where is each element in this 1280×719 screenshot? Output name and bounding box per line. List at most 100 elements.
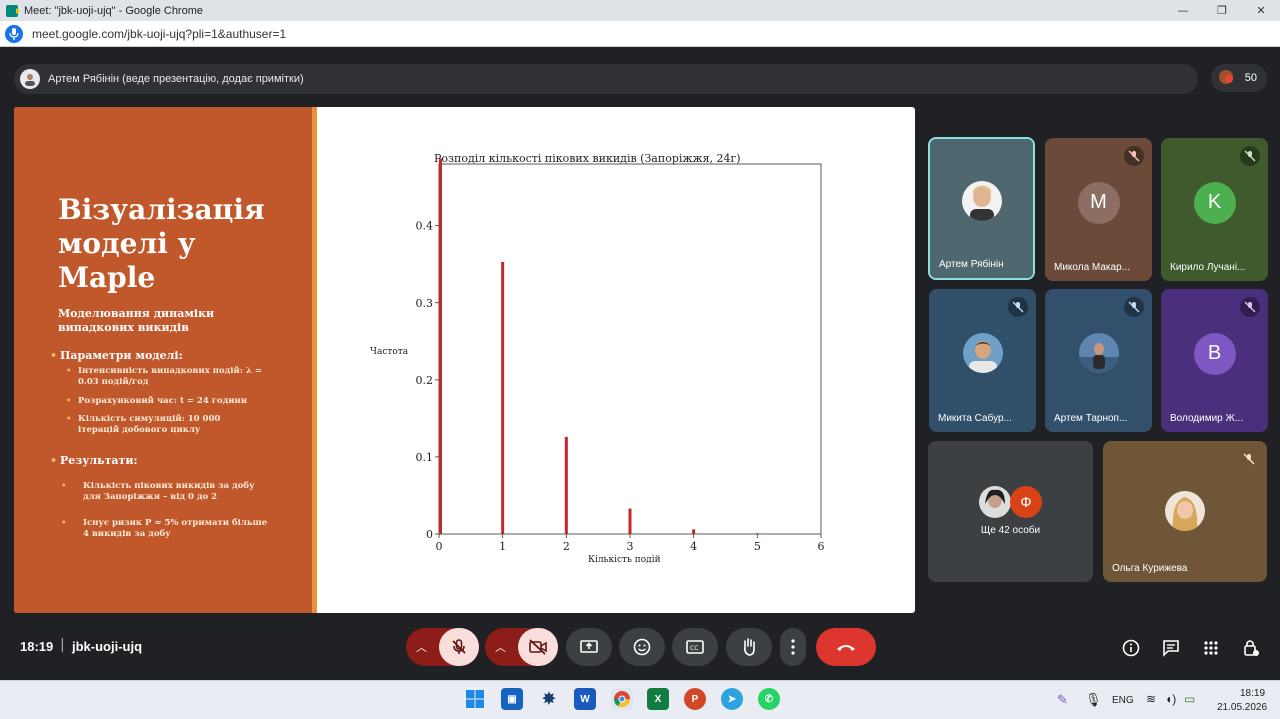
mic-off-button[interactable] — [439, 628, 479, 666]
participant-name: Артем Рябінін — [939, 259, 1004, 270]
telegram-icon[interactable]: ➤ — [721, 688, 743, 710]
language-indicator[interactable]: ENG — [1112, 695, 1134, 706]
chart-title: Розподіл кількості пікових викидів (Запо… — [434, 152, 741, 165]
windows-start-icon[interactable] — [464, 688, 486, 710]
camera-control[interactable]: ︿ — [485, 628, 558, 666]
participants-button[interactable]: 50 — [1211, 64, 1267, 92]
tile-olga[interactable]: Ольга Курижева — [1103, 441, 1267, 582]
frequency-chart: Розподіл кількості пікових викидів (Запо… — [370, 152, 825, 565]
presentation-slide: Візуалізація моделі у Maple Моделювання … — [14, 107, 915, 613]
avatar — [961, 180, 1002, 221]
activities-button[interactable] — [1199, 636, 1223, 660]
address-bar[interactable]: meet.google.com/jbk-uoji-ujq?pli=1&authu… — [0, 21, 1280, 47]
tile-volodymyr[interactable]: B Володимир Ж... — [1161, 289, 1268, 432]
chat-button[interactable] — [1159, 636, 1183, 660]
bar-5 — [755, 533, 759, 534]
avatar — [979, 486, 1011, 518]
result-item: • Кількість пікових викидів за добу для З… — [61, 481, 255, 502]
y-tick-label: 0.3 — [416, 297, 434, 310]
store-icon[interactable]: ▣ — [501, 688, 523, 710]
url-text[interactable]: meet.google.com/jbk-uoji-ujq?pli=1&authu… — [32, 27, 286, 41]
param-item: • Інтенсивність випадкових подій: λ = 0.0… — [66, 366, 262, 387]
avatar: Ф — [1010, 486, 1042, 518]
avatar — [1165, 491, 1205, 531]
participant-name: Микола Макар... — [1054, 262, 1130, 273]
presenter-avatar — [20, 69, 40, 89]
more-options-button[interactable] — [780, 628, 806, 666]
volume-icon[interactable]: ◖) — [1165, 692, 1176, 706]
microphone-tray-icon[interactable]: 🎙 — [1085, 692, 1102, 708]
mic-off-icon — [1240, 146, 1260, 166]
raise-hand-button[interactable] — [726, 628, 772, 666]
apps-grid-icon — [1204, 641, 1218, 655]
tile-others[interactable]: Ф Ще 42 особи — [928, 441, 1093, 582]
camera-off-icon — [529, 639, 547, 655]
x-axis-label: Кількість подій — [588, 555, 661, 565]
camera-off-button[interactable] — [518, 628, 558, 666]
minimize-button[interactable]: — — [1168, 0, 1198, 21]
bar-0 — [439, 158, 442, 534]
meeting-time: 18:19 — [20, 639, 54, 654]
meeting-code: jbk-uoji-ujq — [72, 639, 143, 654]
chevron-up-icon[interactable]: ︿ — [495, 639, 506, 655]
y-axis-label: Частота — [370, 347, 409, 357]
bar-1 — [501, 261, 505, 534]
word-icon[interactable]: W — [574, 688, 596, 710]
excel-icon[interactable]: X — [647, 688, 669, 710]
pen-icon[interactable]: ✎ — [1057, 692, 1068, 708]
avatar: K — [1193, 181, 1236, 224]
avatar: B — [1193, 332, 1236, 375]
mic-off-icon — [452, 639, 466, 654]
x-tick-label: 2 — [563, 540, 570, 553]
slide-title: Візуалізація моделі у Maple — [58, 193, 265, 294]
others-label: Ще 42 особи — [980, 525, 1041, 536]
meet-favicon-icon — [6, 4, 20, 17]
close-window-button[interactable]: ✕ — [1246, 0, 1276, 21]
tile-mykola[interactable]: M Микола Макар... — [1045, 138, 1152, 281]
leave-call-button[interactable] — [816, 628, 876, 666]
participant-name: Ольга Курижева — [1112, 563, 1188, 574]
tray-date[interactable]: 21.05.2026 — [1217, 702, 1267, 713]
bar-2 — [564, 436, 568, 534]
meeting-details-button[interactable] — [1119, 636, 1143, 660]
wifi-icon[interactable]: ≋ — [1146, 692, 1156, 706]
chevron-up-icon[interactable]: ︿ — [416, 639, 427, 655]
presenter-text: Артем Рябінін (веде презентацію, додає п… — [48, 73, 304, 85]
mic-off-icon — [1124, 146, 1144, 166]
x-tick-label: 0 — [436, 540, 443, 553]
battery-icon[interactable]: ▭ — [1184, 692, 1195, 706]
chat-icon — [1163, 640, 1179, 657]
participant-name: Володимир Ж... — [1170, 413, 1244, 424]
maple-app-icon[interactable]: ✸ — [538, 688, 560, 710]
emoji-icon — [633, 638, 651, 656]
powerpoint-icon[interactable]: P — [684, 688, 706, 710]
microphone-indicator-icon[interactable] — [5, 24, 23, 43]
whatsapp-icon[interactable]: ✆ — [758, 688, 780, 710]
present-button[interactable] — [566, 628, 612, 666]
avatar — [1078, 332, 1119, 373]
microphone-control[interactable]: ︿ — [406, 628, 479, 666]
captions-icon: CC — [686, 640, 704, 654]
participant-mini-avatar — [1225, 75, 1233, 83]
tile-mykyta[interactable]: Микита Сабур... — [929, 289, 1036, 432]
tray-time[interactable]: 18:19 — [1240, 688, 1265, 699]
host-controls-button[interactable] — [1239, 636, 1263, 660]
info-icon — [1122, 639, 1140, 657]
reactions-button[interactable] — [619, 628, 665, 666]
x-tick-label: 1 — [499, 540, 506, 553]
maximize-button[interactable]: ❐ — [1207, 0, 1237, 21]
x-tick-label: 3 — [627, 540, 634, 553]
tile-artem-riabinin[interactable]: Артем Рябінін — [928, 137, 1035, 280]
hangup-icon — [837, 645, 855, 651]
params-heading: Параметри моделі: — [50, 349, 183, 362]
captions-button[interactable]: CC — [672, 628, 718, 666]
hand-icon — [744, 638, 755, 656]
tile-kyrylo[interactable]: K Кирило Лучані... — [1161, 138, 1268, 281]
chrome-icon[interactable] — [611, 688, 633, 710]
present-screen-icon — [580, 640, 598, 653]
results-heading: Результати: — [50, 454, 138, 467]
participant-name: Кирило Лучані... — [1170, 262, 1246, 273]
presenter-bar: Артем Рябінін (веде презентацію, додає п… — [14, 64, 1198, 94]
avatar — [962, 332, 1003, 373]
tile-artem-tarnop[interactable]: Артем Тарноп... — [1045, 289, 1152, 432]
